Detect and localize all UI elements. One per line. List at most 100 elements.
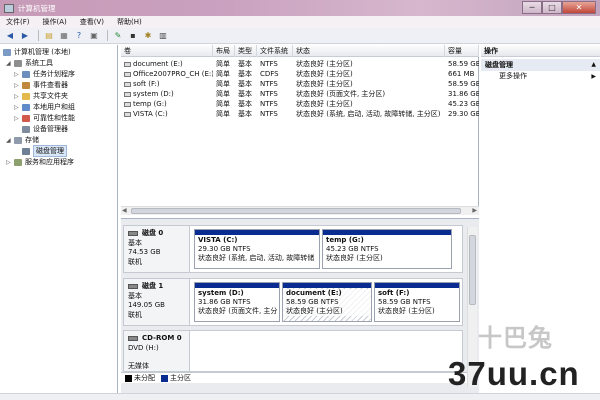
computer-icon (3, 48, 11, 56)
drive-icon (124, 111, 131, 117)
table-row[interactable]: Office2007PRO_CH (E:) 简单 基本 CDFS 状态良好 (主… (121, 69, 478, 79)
table-row[interactable]: system (D:) 简单 基本 NTFS 状态良好 (页面文件, 主分区) … (121, 89, 479, 99)
primary-partition-bar (323, 230, 451, 235)
cell-layout: 简单 (216, 60, 230, 68)
disk-type: 基本 (128, 238, 142, 247)
disk-row-cdrom[interactable]: CD-ROM 0 DVD (H:) 无媒体 (123, 330, 463, 372)
watermark-logo: 37uu.cn (448, 355, 580, 392)
help-icon[interactable]: ? (73, 30, 85, 41)
col-header-layout[interactable]: 布局 (213, 45, 235, 57)
properties-icon[interactable]: ▣ (88, 30, 100, 41)
cell-capacity: 45.23 GB (448, 100, 479, 108)
tree-item-local-users[interactable]: ▷ 本地用户和组 (14, 102, 75, 112)
partition-system-d[interactable]: system (D:) 31.86 GB NTFS 状态良好 (页面文件, 主分 (194, 282, 280, 322)
export-icon[interactable]: ▪ (127, 30, 139, 41)
disk-label[interactable]: 磁盘 0 基本 74.53 GB 联机 (124, 226, 190, 272)
scrollbar-thumb[interactable] (469, 235, 476, 305)
tree-label-local-users: 本地用户和组 (33, 103, 75, 111)
tree-item-performance[interactable]: ▷ 可靠性和性能 (14, 113, 75, 123)
expand-icon[interactable]: ▷ (6, 159, 13, 166)
maximize-button[interactable]: □ (542, 1, 562, 14)
settings-icon[interactable]: ✱ (142, 30, 154, 41)
partition-document-e[interactable]: document (E:) 58.59 GB NTFS 状态良好 (主分区) (282, 282, 372, 322)
col-header-capacity[interactable]: 容量 (445, 45, 479, 57)
disk-status: 联机 (128, 310, 142, 319)
disk-graphical-view: 磁盘 0 基本 74.53 GB 联机 VISTA (C:) 29.30 GB … (121, 218, 479, 393)
disk-label[interactable]: 磁盘 1 基本 149.05 GB 联机 (124, 279, 190, 325)
col-header-volume[interactable]: 卷 (121, 45, 213, 57)
minimize-button[interactable]: ─ (522, 1, 542, 14)
toolbar: ◀ ▶ ▤ ▦ ? ▣ ✎ ▪ ✱ ▥ (0, 28, 600, 44)
scrollbar-thumb[interactable] (131, 208, 461, 214)
tree-item-device-manager[interactable]: 设备管理器 (22, 124, 68, 134)
expand-icon[interactable]: ▷ (14, 104, 21, 111)
close-button[interactable]: ✕ (562, 1, 596, 14)
disk-label[interactable]: CD-ROM 0 DVD (H:) 无媒体 (124, 331, 190, 371)
menu-file[interactable]: 文件(F) (6, 17, 30, 27)
tree-item-system-tools[interactable]: ◢ 系统工具 (6, 58, 53, 68)
cell-capacity: 58.59 GB (448, 80, 479, 88)
collapse-up-icon[interactable]: ▲ (591, 59, 596, 71)
cd-drive-icon (124, 71, 131, 77)
cell-status: 状态良好 (系统, 启动, 活动, 故障转储, 主分区) (296, 110, 441, 118)
cell-capacity: 661 MB (448, 70, 475, 78)
storage-icon (14, 136, 22, 144)
disk-row-0[interactable]: 磁盘 0 基本 74.53 GB 联机 VISTA (C:) 29.30 GB … (123, 225, 463, 273)
forward-arrow-icon[interactable]: ▶ (19, 30, 31, 41)
expand-icon[interactable]: ▷ (14, 82, 21, 89)
menu-view[interactable]: 查看(V) (80, 17, 104, 27)
device-manager-icon (22, 125, 30, 133)
legend: 未分配 主分区 (121, 372, 467, 383)
back-arrow-icon[interactable]: ◀ (4, 30, 16, 41)
disk-size: 74.53 GB (128, 248, 161, 256)
show-hide-tree-icon[interactable]: ▦ (58, 30, 70, 41)
table-row[interactable]: soft (F:) 简单 基本 NTFS 状态良好 (主分区) 58.59 GB (121, 79, 479, 89)
actions-section-disk-management[interactable]: 磁盘管理 ▲ (481, 59, 600, 71)
tree-item-storage[interactable]: ◢ 存储 (6, 135, 39, 145)
tree-label-disk-management: 磁盘管理 (33, 145, 67, 157)
table-row[interactable]: temp (G:) 简单 基本 NTFS 状态良好 (主分区) 45.23 GB (121, 99, 479, 109)
cell-capacity: 31.86 GB (448, 90, 479, 98)
cell-status: 状态良好 (主分区) (296, 100, 353, 108)
view-icon[interactable]: ▥ (157, 30, 169, 41)
scroll-right-icon[interactable]: ▶ (472, 207, 477, 214)
tree-item-shared-folders[interactable]: ▷ 共享文件夹 (14, 91, 68, 101)
actions-section-label: 磁盘管理 (485, 61, 513, 69)
expand-icon[interactable]: ▷ (14, 93, 21, 100)
col-header-filesystem[interactable]: 文件系统 (257, 45, 293, 57)
tree-item-event-viewer[interactable]: ▷ 事件查看器 (14, 80, 68, 90)
refresh-icon[interactable]: ✎ (112, 30, 124, 41)
partition-temp-g[interactable]: temp (G:) 45.23 GB NTFS 状态良好 (主分区) (322, 229, 452, 269)
table-row[interactable]: VISTA (C:) 简单 基本 NTFS 状态良好 (系统, 启动, 活动, … (121, 109, 479, 119)
scroll-left-icon[interactable]: ◀ (122, 207, 127, 214)
up-folder-icon[interactable]: ▤ (43, 30, 55, 41)
cell-filesystem: NTFS (260, 90, 278, 98)
expand-icon[interactable]: ▷ (14, 71, 21, 78)
cell-filesystem: CDFS (260, 70, 279, 78)
event-viewer-icon (22, 81, 30, 89)
more-actions-item[interactable]: 更多操作 ▶ (481, 71, 600, 82)
col-header-type[interactable]: 类型 (235, 45, 257, 57)
partition-status: 状态良好 (页面文件, 主分 (198, 307, 278, 315)
collapse-icon[interactable]: ◢ (6, 137, 13, 144)
table-row[interactable]: document (E:) 简单 基本 NTFS 状态良好 (主分区) 58.5… (121, 59, 479, 69)
tree-item-root[interactable]: 计算机管理 (本地) (3, 47, 71, 57)
disk-row-1[interactable]: 磁盘 1 基本 149.05 GB 联机 system (D:) 31.86 G… (123, 278, 463, 326)
menu-help[interactable]: 帮助(H) (117, 17, 142, 27)
tree-label-root: 计算机管理 (本地) (14, 48, 71, 56)
tree-item-task-scheduler[interactable]: ▷ 任务计划程序 (14, 69, 75, 79)
volume-list-horizontal-scrollbar[interactable]: ◀ ▶ (121, 206, 479, 215)
expand-icon[interactable]: ▷ (14, 115, 21, 122)
partition-soft-f[interactable]: soft (F:) 58.59 GB NTFS 状态良好 (主分区) (374, 282, 460, 322)
cell-layout: 简单 (216, 80, 230, 88)
col-header-status[interactable]: 状态 (293, 45, 445, 57)
tree-label-storage: 存储 (25, 136, 39, 144)
cell-type: 基本 (238, 70, 252, 78)
title-bar[interactable]: 计算机管理 ─ □ ✕ (0, 0, 600, 16)
tree-item-disk-management[interactable]: 磁盘管理 (22, 145, 67, 157)
partition-vista-c[interactable]: VISTA (C:) 29.30 GB NTFS 状态良好 (系统, 启动, 活… (194, 229, 320, 269)
menu-action[interactable]: 操作(A) (43, 17, 67, 27)
tree-item-services[interactable]: ▷ 服务和应用程序 (6, 157, 74, 167)
collapse-icon[interactable]: ◢ (6, 60, 13, 67)
